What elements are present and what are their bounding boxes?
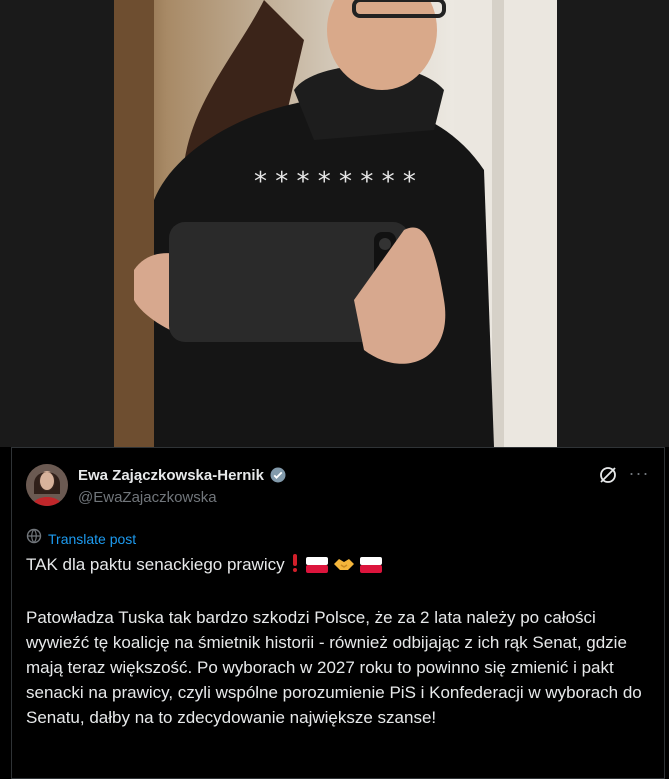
verified-badge-icon bbox=[269, 466, 287, 484]
tweet-photo[interactable]: * * * * * * * * bbox=[114, 0, 557, 447]
translate-label: Translate post bbox=[48, 530, 137, 547]
author-name-row: Ewa Zajączkowska-Hernik bbox=[78, 466, 287, 484]
handshake-icon bbox=[333, 555, 355, 580]
avatar-image bbox=[26, 464, 68, 506]
translate-post-link[interactable]: Translate post bbox=[26, 528, 136, 549]
selfie-illustration: * * * * * * * * bbox=[114, 0, 557, 447]
globe-icon bbox=[26, 528, 42, 549]
tweet-card: Ewa Zajączkowska-Hernik @EwaZajaczkowska… bbox=[11, 447, 665, 779]
avatar[interactable] bbox=[26, 464, 68, 506]
display-name[interactable]: Ewa Zajączkowska-Hernik bbox=[78, 467, 264, 484]
tweet-body: Patowładza Tuska tak bardzo szkodzi Pols… bbox=[26, 608, 642, 727]
poland-flag-icon bbox=[306, 555, 329, 580]
tweet-first-line: TAK dla paktu senackiego prawicy bbox=[26, 552, 654, 580]
grok-icon[interactable] bbox=[598, 465, 618, 485]
tweet-text: TAK dla paktu senackiego prawicy Patowła… bbox=[26, 552, 654, 730]
exclamation-icon bbox=[289, 553, 301, 580]
svg-text:* * * * * * * *: * * * * * * * * bbox=[254, 167, 416, 197]
user-handle[interactable]: @EwaZajaczkowska bbox=[78, 489, 217, 506]
tweet-headline: TAK dla paktu senackiego prawicy bbox=[26, 555, 285, 574]
more-icon[interactable]: ··· bbox=[628, 464, 650, 486]
tweet-media-area: * * * * * * * * bbox=[0, 0, 669, 447]
poland-flag-icon bbox=[359, 555, 382, 580]
